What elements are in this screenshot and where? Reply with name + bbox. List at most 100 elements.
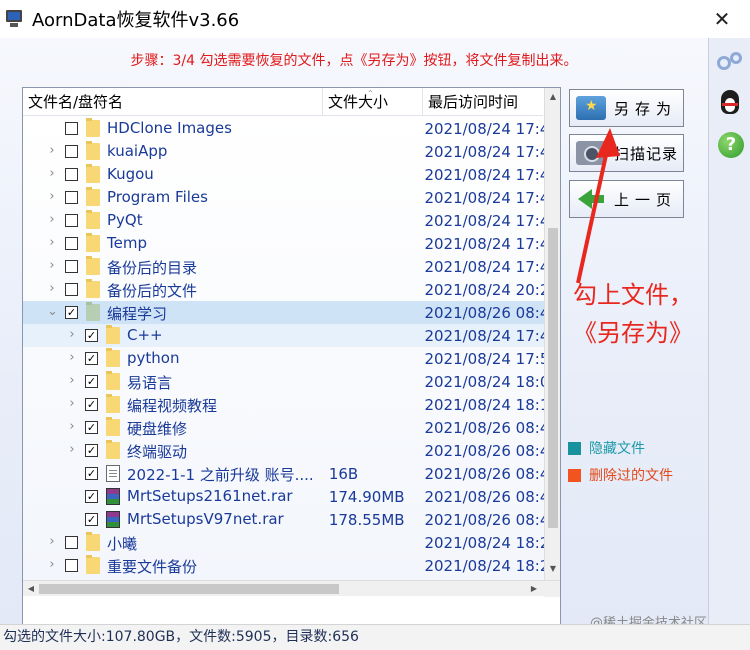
collapse-chevron-icon[interactable]: ⌄	[47, 305, 58, 318]
folder-icon	[86, 256, 100, 275]
row-checkbox[interactable]	[65, 191, 78, 204]
row-checkbox[interactable]: ✓	[85, 444, 98, 457]
table-row[interactable]: › 备份后的文件 2021/08/24 20:2	[23, 278, 544, 301]
row-checkbox[interactable]	[65, 214, 78, 227]
expand-chevron-icon[interactable]: ›	[47, 558, 57, 571]
table-row[interactable]: › 备份后的目录 2021/08/24 17:4	[23, 255, 544, 278]
row-checkbox[interactable]: ✓	[85, 329, 98, 342]
row-name-cell: › 备份后的文件	[23, 278, 325, 301]
table-row[interactable]: › ✓ 编程视频教程 2021/08/24 18:1	[23, 393, 544, 416]
scroll-up-icon[interactable]: ▲	[547, 91, 559, 103]
help-icon[interactable]: ?	[714, 130, 746, 162]
scroll-right-icon[interactable]: ▶	[528, 583, 540, 595]
expand-chevron-icon[interactable]: ›	[47, 236, 57, 249]
scroll-left-icon[interactable]: ◀	[25, 583, 37, 595]
table-row[interactable]: › Kugou 2021/08/24 17:4	[23, 163, 544, 186]
table-row[interactable]: › kuaiApp 2021/08/24 17:4	[23, 140, 544, 163]
row-date: 2021/08/24 17:4	[424, 188, 544, 207]
row-name: MrtSetupsV97net.rar	[127, 510, 284, 528]
row-checkbox[interactable]: ✓	[65, 306, 78, 319]
row-name-cell: › kuaiApp	[23, 140, 325, 163]
row-checkbox[interactable]	[65, 559, 78, 572]
table-row[interactable]: › ✓ 易语言 2021/08/24 18:0	[23, 370, 544, 393]
row-checkbox[interactable]: ✓	[85, 513, 98, 526]
row-checkbox[interactable]	[65, 237, 78, 250]
scroll-down-icon[interactable]: ▼	[547, 563, 559, 575]
row-name: 编程视频教程	[127, 397, 218, 415]
table-row[interactable]: HDClone Images 2021/08/24 17:4	[23, 117, 544, 140]
status-bar: 勾选的文件大小:107.80GB，文件数:5905，目录数:656	[0, 624, 750, 650]
hscroll-thumb[interactable]	[39, 584, 339, 594]
table-row[interactable]: › 小曦 2021/08/24 18:2	[23, 531, 544, 554]
row-date: 2021/08/24 17:4	[424, 211, 544, 230]
table-row[interactable]: › Temp 2021/08/24 17:4	[23, 232, 544, 255]
expand-chevron-icon[interactable]: ›	[67, 351, 77, 364]
folder-icon	[86, 141, 100, 160]
row-checkbox[interactable]	[65, 168, 78, 181]
row-date: 2021/08/24 18:2	[424, 556, 544, 575]
row-checkbox[interactable]: ✓	[85, 421, 98, 434]
expand-chevron-icon[interactable]: ›	[47, 259, 57, 272]
table-row[interactable]: › 重要文件备份 2021/08/24 18:2	[23, 554, 544, 577]
expand-chevron-icon[interactable]: ›	[47, 190, 57, 203]
row-name: 小曦	[107, 535, 138, 553]
legend-hidden-files: 隐藏文件	[568, 438, 645, 458]
scroll-thumb[interactable]	[548, 228, 558, 528]
penguin-icon[interactable]	[714, 88, 746, 120]
close-button[interactable]: ✕	[694, 0, 750, 38]
gear-icon[interactable]	[714, 46, 746, 78]
table-row[interactable]: › ✓ C++ 2021/08/24 17:4	[23, 324, 544, 347]
row-checkbox[interactable]	[65, 145, 78, 158]
row-name: PyQt	[107, 211, 143, 229]
header-name[interactable]: 文件名/盘符名	[23, 88, 323, 116]
expand-chevron-icon[interactable]: ›	[67, 374, 77, 387]
table-row[interactable]: › PyQt 2021/08/24 17:4	[23, 209, 544, 232]
row-name-cell: › Program Files	[23, 186, 325, 209]
row-checkbox[interactable]	[65, 536, 78, 549]
row-checkbox[interactable]: ✓	[85, 467, 98, 480]
folder-icon	[86, 164, 100, 183]
expand-chevron-icon[interactable]: ›	[67, 443, 77, 456]
row-checkbox[interactable]	[65, 122, 78, 135]
row-date: 2021/08/24 18:2	[424, 533, 544, 552]
expand-chevron-icon[interactable]: ›	[47, 535, 57, 548]
file-tree-list[interactable]: 文件名/盘符名 ⌃ 文件大小 最后访问时间 HDClone Images 2021/…	[22, 87, 561, 642]
table-row[interactable]: › Program Files 2021/08/24 17:4	[23, 186, 544, 209]
table-row[interactable]: ✓ MrtSetupsV97net.rar 178.55MB 2021/08/26 0…	[23, 508, 544, 531]
row-checkbox[interactable]: ✓	[85, 490, 98, 503]
row-name-cell: › ✓ C++	[23, 324, 325, 347]
row-checkbox[interactable]: ✓	[85, 352, 98, 365]
row-checkbox[interactable]: ✓	[85, 398, 98, 411]
table-row[interactable]: › ✓ python 2021/08/24 17:5	[23, 347, 544, 370]
header-size[interactable]: ⌃ 文件大小	[323, 88, 423, 116]
expand-chevron-icon[interactable]: ›	[67, 328, 77, 341]
expand-chevron-icon[interactable]: ›	[67, 397, 77, 410]
row-name: Temp	[107, 234, 147, 252]
table-row[interactable]: ✓ MrtSetups2161net.rar 174.90MB 2021/08/26 …	[23, 485, 544, 508]
legend-hidden-swatch	[568, 441, 581, 455]
row-checkbox[interactable]	[65, 260, 78, 273]
row-checkbox[interactable]	[65, 283, 78, 296]
row-name-cell: ⌄ ✓ 编程学习	[23, 301, 325, 324]
legend-deleted-swatch	[568, 468, 581, 482]
header-date[interactable]: 最后访问时间	[423, 88, 543, 116]
title-bar: AornData恢复软件v3.66 ✕	[0, 0, 750, 38]
row-name-cell: ✓ MrtSetupsV97net.rar	[23, 508, 325, 531]
expand-chevron-icon[interactable]: ›	[47, 167, 57, 180]
row-date: 2021/08/24 17:4	[424, 119, 544, 138]
table-row[interactable]: ✓ 2022-1-1 之前升级 账号.... 16B 2021/08/26 08:4	[23, 462, 544, 485]
row-checkbox[interactable]: ✓	[85, 375, 98, 388]
table-row[interactable]: › ✓ 硬盘维修 2021/08/26 08:4	[23, 416, 544, 439]
expand-chevron-icon[interactable]: ›	[47, 282, 57, 295]
horizontal-scrollbar[interactable]: ◀ ▶	[23, 580, 560, 597]
expand-chevron-icon[interactable]: ›	[47, 144, 57, 157]
table-row[interactable]: ⌄ ✓ 编程学习 2021/08/26 08:4	[23, 301, 544, 324]
header-size-label: 文件大小	[328, 93, 389, 111]
row-date: 2021/08/24 18:1	[424, 395, 544, 414]
expand-chevron-icon[interactable]: ›	[67, 420, 77, 433]
table-row[interactable]: › ✓ 终端驱动 2021/08/26 08:4	[23, 439, 544, 462]
expand-chevron-icon[interactable]: ›	[47, 213, 57, 226]
folder-icon	[106, 417, 120, 436]
folder-icon	[86, 233, 100, 252]
row-name-cell: › Kugou	[23, 163, 325, 186]
